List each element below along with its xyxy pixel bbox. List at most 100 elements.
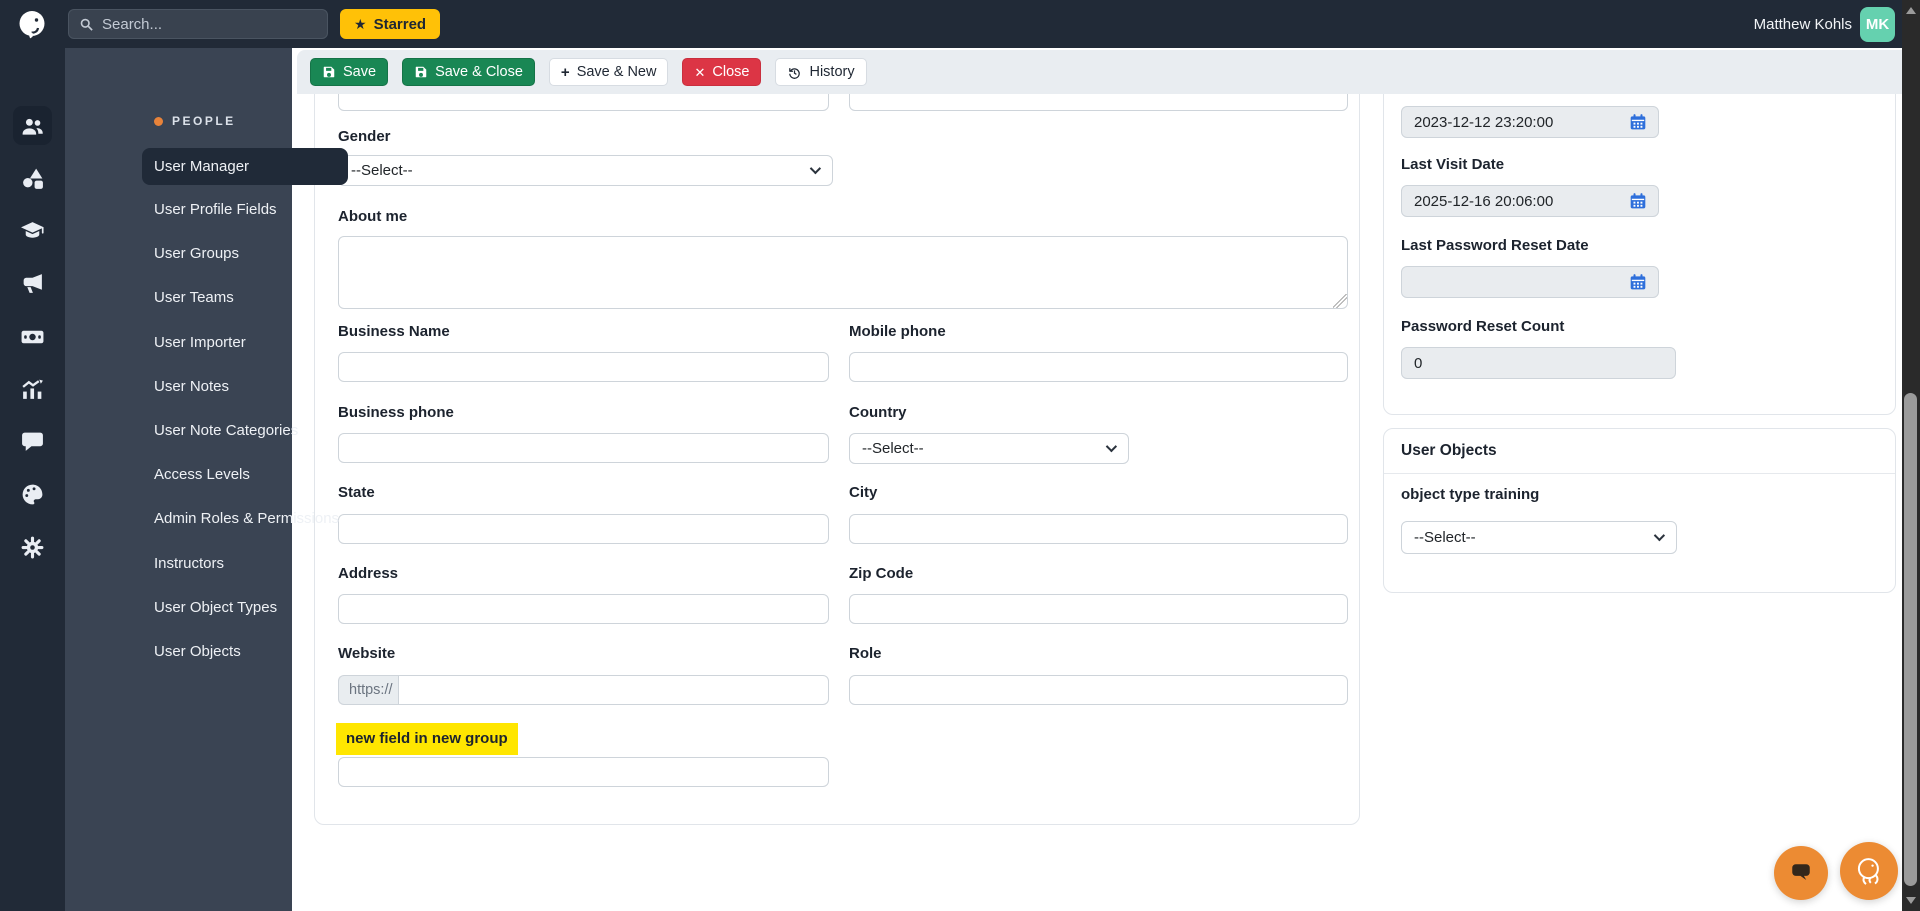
- starred-button[interactable]: ★ Starred: [340, 9, 441, 39]
- sidebar-item-user-objects[interactable]: User Objects: [142, 633, 348, 670]
- star-icon: ★: [354, 16, 367, 32]
- country-select[interactable]: --Select--: [849, 433, 1129, 464]
- save-and-close-label: Save & Close: [435, 64, 523, 80]
- mobile-phone-input[interactable]: [849, 352, 1348, 382]
- scroll-up-arrow-icon[interactable]: [1906, 7, 1916, 14]
- icon-rail: [0, 48, 65, 911]
- gender-select[interactable]: --Select--: [338, 155, 833, 186]
- chat-bubble-icon: [1792, 864, 1810, 880]
- country-label: Country: [849, 404, 907, 421]
- user-form-card: Gender --Select-- About me Business Name…: [314, 70, 1360, 825]
- calendar-icon[interactable]: [1629, 273, 1647, 291]
- scroll-down-arrow-icon[interactable]: [1906, 897, 1916, 904]
- money-icon[interactable]: [20, 324, 45, 349]
- chevron-down-icon: [809, 162, 822, 175]
- calendar-icon[interactable]: [1629, 192, 1647, 210]
- about-me-textarea[interactable]: [338, 236, 1348, 309]
- edit-toolbar: Save Save & Close + Save & New ✕ Close H…: [297, 50, 1902, 94]
- mobile-phone-label: Mobile phone: [849, 323, 946, 340]
- business-phone-label: Business phone: [338, 404, 454, 421]
- global-search: [68, 9, 328, 39]
- business-name-label: Business Name: [338, 323, 450, 340]
- sidebar-item-user-profile-fields[interactable]: User Profile Fields: [142, 191, 348, 228]
- new-field-highlighted-label: new field in new group: [336, 723, 518, 755]
- sidebar-item-user-teams[interactable]: User Teams: [142, 279, 348, 316]
- chat-icon[interactable]: [20, 429, 45, 454]
- zip-code-input[interactable]: [849, 594, 1348, 624]
- chart-icon[interactable]: [20, 377, 45, 402]
- scrollbar-thumb[interactable]: [1904, 393, 1917, 886]
- object-type-training-label: object type training: [1401, 486, 1540, 503]
- user-objects-title: User Objects: [1401, 442, 1497, 459]
- chevron-down-icon: [1653, 529, 1666, 542]
- history-label: History: [809, 64, 855, 80]
- sidebar-item-user-notes[interactable]: User Notes: [142, 368, 348, 405]
- business-name-input[interactable]: [338, 352, 829, 382]
- user-name[interactable]: Matthew Kohls: [1754, 0, 1852, 48]
- chat-launcher-button[interactable]: [1774, 846, 1828, 900]
- object-type-training-select[interactable]: --Select--: [1401, 521, 1677, 554]
- menu-section-people: PEOPLE: [154, 114, 236, 128]
- sidebar-item-user-manager[interactable]: User Manager: [142, 148, 348, 185]
- last-password-reset-date-label: Last Password Reset Date: [1401, 237, 1589, 254]
- window-scrollbar[interactable]: [1902, 0, 1920, 911]
- history-icon: [789, 67, 801, 79]
- save-button[interactable]: Save: [310, 58, 389, 86]
- save-and-close-button[interactable]: Save & Close: [402, 58, 535, 86]
- new-field-input[interactable]: [338, 757, 829, 787]
- user-objects-card: User Objects object type training --Sele…: [1383, 428, 1896, 593]
- avatar[interactable]: MK: [1860, 7, 1895, 42]
- activity-card: Last Visit Date Last Password Reset Date…: [1383, 70, 1896, 415]
- last-visit-date-input[interactable]: [1401, 185, 1659, 217]
- city-input[interactable]: [849, 514, 1348, 544]
- sidebar-item-admin-roles-permissions[interactable]: Admin Roles & Permissions: [142, 500, 348, 537]
- close-button[interactable]: ✕ Close: [682, 58, 762, 86]
- role-input[interactable]: [849, 675, 1348, 705]
- history-button[interactable]: History: [775, 58, 867, 86]
- chevron-down-icon: [1105, 440, 1118, 453]
- megaphone-icon[interactable]: [20, 271, 45, 296]
- mammoth-icon: [1857, 858, 1879, 885]
- sidebar-item-user-object-types[interactable]: User Object Types: [142, 589, 348, 626]
- search-input[interactable]: [102, 15, 302, 33]
- plus-icon: +: [560, 63, 570, 81]
- users-icon[interactable]: [20, 114, 45, 139]
- starred-label: Starred: [373, 15, 427, 33]
- brand-mammoth-logo-icon[interactable]: [16, 8, 48, 40]
- graduation-cap-icon[interactable]: [20, 218, 45, 243]
- gender-label: Gender: [338, 128, 391, 145]
- website-input[interactable]: [398, 675, 829, 705]
- sidebar-menu: PEOPLE User Manager User Profile Fields …: [65, 48, 348, 911]
- save-and-new-button[interactable]: + Save & New: [548, 58, 669, 86]
- section-label: PEOPLE: [172, 114, 236, 128]
- last-password-reset-date-input[interactable]: [1401, 266, 1659, 298]
- address-input[interactable]: [338, 594, 829, 624]
- save-icon: [323, 66, 335, 78]
- password-reset-count-label: Password Reset Count: [1401, 318, 1565, 335]
- sidebar-item-instructors[interactable]: Instructors: [142, 545, 348, 582]
- state-input[interactable]: [338, 514, 829, 544]
- zip-code-label: Zip Code: [849, 565, 914, 582]
- section-dot-icon: [154, 116, 163, 126]
- close-icon: ✕: [694, 64, 706, 80]
- sidebar-item-user-note-categories[interactable]: User Note Categories: [142, 412, 348, 449]
- gender-select-value: --Select--: [351, 162, 413, 179]
- app-root: ★ Starred Matthew Kohls MK: [0, 0, 1920, 911]
- calendar-icon[interactable]: [1629, 113, 1647, 131]
- palette-icon[interactable]: [20, 482, 45, 507]
- business-phone-input[interactable]: [338, 433, 829, 463]
- country-select-value: --Select--: [862, 440, 924, 457]
- search-icon: [80, 18, 93, 31]
- gear-icon[interactable]: [20, 535, 45, 560]
- password-reset-count-input[interactable]: [1401, 347, 1676, 379]
- sidebar-item-user-groups[interactable]: User Groups: [142, 235, 348, 272]
- card-divider: [1384, 473, 1895, 474]
- save-and-new-label: Save & New: [576, 64, 657, 80]
- object-type-select-value: --Select--: [1414, 529, 1476, 546]
- sidebar-item-access-levels[interactable]: Access Levels: [142, 456, 348, 493]
- brand-mammoth-launcher-button[interactable]: [1840, 842, 1898, 900]
- top-date-input[interactable]: [1401, 106, 1659, 138]
- shapes-icon[interactable]: [20, 166, 45, 191]
- topbar: ★ Starred Matthew Kohls MK: [0, 0, 1920, 48]
- sidebar-item-user-importer[interactable]: User Importer: [142, 324, 348, 361]
